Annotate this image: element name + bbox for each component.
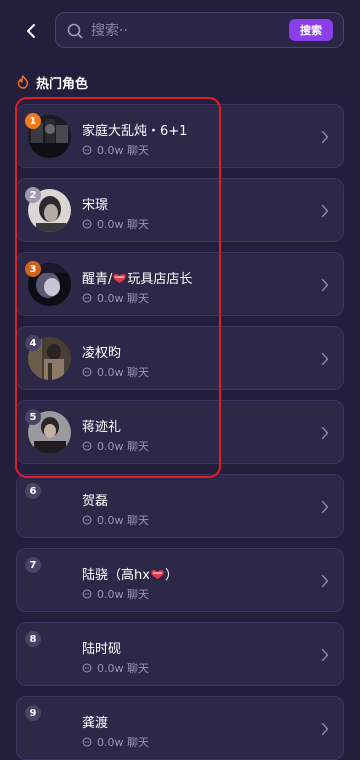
chat-count: 0.0w 聊天 (82, 438, 149, 454)
character-name: 醒青/玩具店店长 (82, 268, 192, 287)
chat-count-text: 0.0w 聊天 (97, 514, 149, 527)
heart-emoji-icon (113, 274, 127, 283)
character-card[interactable]: 1 家庭大乱炖・6+1 0.0w 聊天 (16, 104, 344, 168)
chat-bubble-icon (82, 367, 92, 377)
character-card[interactable]: 6 贺磊 0.0w 聊天 (16, 474, 344, 538)
chat-count: 0.0w 聊天 (82, 364, 149, 380)
search-input[interactable] (89, 13, 283, 49)
character-card[interactable]: 5 蒋迹礼 0.0w 聊天 (16, 400, 344, 464)
chat-count: 0.0w 聊天 (82, 290, 149, 306)
chevron-right-icon (321, 574, 329, 588)
chat-count-text: 0.0w 聊天 (97, 144, 149, 157)
chat-count: 0.0w 聊天 (82, 512, 149, 528)
chat-count-text: 0.0w 聊天 (97, 662, 149, 675)
name-text-end: 玩具店店长 (127, 272, 193, 287)
heart-emoji-icon (151, 570, 164, 579)
rank-badge: 4 (25, 335, 41, 351)
chat-count: 0.0w 聊天 (82, 660, 149, 676)
chevron-right-icon (321, 500, 329, 514)
chat-bubble-icon (82, 145, 92, 155)
section-title: 热门角色 (36, 76, 89, 92)
chat-count: 0.0w 聊天 (82, 734, 149, 750)
rank-badge: 8 (25, 631, 41, 647)
rank-badge: 3 (25, 261, 41, 277)
rank-badge: 5 (25, 409, 41, 425)
rank-badge: 6 (25, 483, 41, 499)
top-bar: 搜索 (0, 0, 360, 60)
chevron-right-icon (321, 426, 329, 440)
chat-bubble-icon (82, 663, 92, 673)
rank-badge: 7 (25, 557, 41, 573)
chevron-right-icon (321, 130, 329, 144)
chat-bubble-icon (82, 441, 92, 451)
character-name: 凌权昀 (82, 346, 122, 361)
rank-badge: 1 (25, 113, 41, 129)
chat-bubble-icon (82, 219, 92, 229)
character-name: 陆骁（高hx ） (82, 564, 178, 583)
chat-count-text: 0.0w 聊天 (97, 292, 149, 305)
character-card[interactable]: 4 凌权昀 0.0w 聊天 (16, 326, 344, 390)
chevron-right-icon (321, 352, 329, 366)
name-text-start: 陆骁（高hx (82, 568, 150, 583)
character-name: 家庭大乱炖・6+1 (82, 124, 188, 139)
character-card[interactable]: 9 龚渡 0.0w 聊天 (16, 696, 344, 760)
chat-count-text: 0.0w 聊天 (97, 440, 149, 453)
chat-count: 0.0w 聊天 (82, 142, 149, 158)
chat-count-text: 0.0w 聊天 (97, 736, 149, 749)
character-card[interactable]: 8 陆时砚 0.0w 聊天 (16, 622, 344, 686)
search-box[interactable]: 搜索 (55, 12, 344, 49)
chat-bubble-icon (82, 737, 92, 747)
character-name: 龚渡 (82, 716, 109, 731)
character-name: 宋璟 (82, 198, 109, 213)
chevron-right-icon (321, 722, 329, 736)
chat-count-text: 0.0w 聊天 (97, 218, 149, 231)
rank-badge: 9 (25, 705, 41, 721)
chat-count-text: 0.0w 聊天 (97, 588, 149, 601)
chevron-right-icon (321, 278, 329, 292)
character-name: 蒋迹礼 (82, 420, 122, 435)
name-text-start: 醒青/ (82, 272, 113, 287)
chevron-right-icon (321, 648, 329, 662)
chat-count: 0.0w 聊天 (82, 216, 149, 232)
chevron-left-icon (27, 24, 35, 38)
character-name: 贺磊 (82, 494, 109, 509)
character-card[interactable]: 2 宋璟 0.0w 聊天 (16, 178, 344, 242)
search-icon (67, 23, 83, 39)
character-card[interactable]: 7 陆骁（高hx ） 0.0w 聊天 (16, 548, 344, 612)
chat-bubble-icon (82, 515, 92, 525)
chat-count-text: 0.0w 聊天 (97, 366, 149, 379)
back-button[interactable] (18, 18, 44, 44)
chevron-right-icon (321, 204, 329, 218)
fire-icon (17, 75, 29, 89)
search-button[interactable]: 搜索 (289, 19, 333, 41)
section-header: 热门角色 (16, 72, 88, 92)
character-card[interactable]: 3 醒青/玩具店店长 0.0w 聊天 (16, 252, 344, 316)
chat-bubble-icon (82, 293, 92, 303)
chat-count: 0.0w 聊天 (82, 586, 149, 602)
rank-badge: 2 (25, 187, 41, 203)
character-name: 陆时砚 (82, 642, 122, 657)
name-text-end: ） (164, 568, 178, 583)
chat-bubble-icon (82, 589, 92, 599)
